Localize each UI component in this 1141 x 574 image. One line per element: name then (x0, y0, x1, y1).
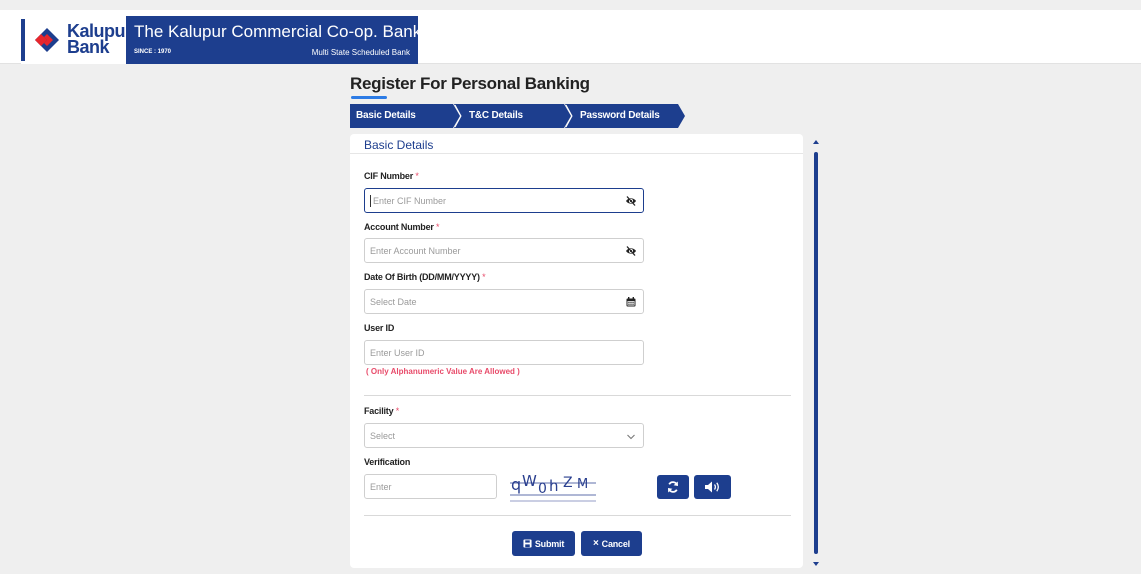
cancel-button[interactable]: × Cancel (581, 531, 642, 556)
cif-input[interactable]: Enter CIF Number (364, 188, 644, 213)
dob-placeholder: Select Date (370, 297, 417, 307)
eye-slash-icon[interactable] (625, 245, 637, 257)
title-underline (351, 96, 387, 99)
facility-label-text: Facility (364, 406, 394, 416)
dob-label-text: Date Of Birth (DD/MM/YYYY) (364, 272, 480, 282)
top-header: Kalupur Bank The Kalupur Commercial Co-o… (0, 10, 1141, 64)
facility-label: Facility * (364, 406, 399, 416)
userid-input[interactable]: Enter User ID (364, 340, 644, 365)
scroll-thumb[interactable] (814, 152, 818, 554)
svg-text:q: q (511, 475, 521, 494)
logo-emblem: Kalupur Bank (21, 16, 132, 64)
dob-label: Date Of Birth (DD/MM/YYYY) * (364, 272, 486, 282)
required-mark: * (415, 171, 419, 181)
calendar-icon[interactable] (625, 296, 637, 308)
scroll-up-arrow[interactable] (813, 140, 819, 144)
card-title: Basic Details (364, 138, 434, 152)
svg-text:M: M (577, 477, 588, 492)
step-password-details[interactable]: Password Details (580, 110, 660, 121)
userid-hint: ( Only Alphanumeric Value Are Allowed ) (366, 367, 520, 376)
required-mark: * (482, 272, 486, 282)
page-title: Register For Personal Banking (350, 74, 590, 93)
submit-button[interactable]: Submit (512, 531, 575, 556)
svg-text:h: h (549, 477, 559, 495)
cif-label: CIF Number * (364, 171, 419, 181)
bank-name-banner: The Kalupur Commercial Co-op. Bank Ltd. … (126, 16, 454, 64)
bank-logo[interactable]: Kalupur Bank The Kalupur Commercial Co-o… (21, 16, 454, 64)
cif-label-text: CIF Number (364, 171, 414, 181)
close-icon: × (593, 538, 599, 549)
section-divider (364, 515, 791, 516)
logo-accent-bar (21, 19, 25, 61)
step-basic-details[interactable]: Basic Details (356, 110, 416, 121)
captcha-image: q W 0 h Z M (510, 472, 596, 502)
eye-slash-icon[interactable] (625, 195, 637, 207)
userid-label: User ID (364, 323, 395, 333)
required-mark: * (436, 222, 440, 232)
kalupur-diamond-icon (35, 28, 59, 52)
captcha-placeholder: Enter (370, 482, 392, 492)
refresh-captcha-button[interactable] (657, 475, 689, 499)
facility-select[interactable]: Select (364, 423, 644, 448)
step-tc-details[interactable]: T&C Details (469, 110, 523, 121)
account-number-input[interactable]: Enter Account Number (364, 238, 644, 263)
audio-captcha-button[interactable] (694, 475, 731, 499)
bank-tagline: Multi State Scheduled Bank (311, 48, 410, 57)
svg-text:W: W (522, 472, 537, 490)
logo-text-line2: Bank (67, 37, 110, 57)
card-header: Basic Details (350, 134, 803, 154)
required-mark: * (395, 406, 400, 416)
text-caret (370, 195, 371, 207)
refresh-icon (668, 481, 678, 493)
scroll-down-arrow[interactable] (813, 562, 819, 566)
verification-label: Verification (364, 457, 411, 467)
save-icon (523, 539, 532, 548)
section-divider (364, 395, 791, 396)
account-placeholder: Enter Account Number (370, 246, 461, 256)
speaker-icon (705, 481, 719, 493)
cancel-label: Cancel (601, 538, 631, 549)
cif-placeholder: Enter CIF Number (373, 196, 447, 206)
userid-placeholder: Enter User ID (370, 348, 425, 358)
account-label: Account Number * (364, 222, 440, 232)
scrollbar[interactable] (812, 140, 820, 566)
dob-date-picker[interactable]: Select Date (364, 289, 644, 314)
submit-label: Submit (534, 538, 565, 549)
bank-name: The Kalupur Commercial Co-op. Bank Ltd. (134, 22, 455, 41)
since-text: SINCE : 1970 (134, 49, 172, 55)
account-label-text: Account Number (364, 222, 434, 232)
facility-placeholder: Select (370, 431, 396, 441)
chevron-down-icon (627, 434, 635, 440)
step-progress: Basic Details T&C Details Password Detai… (350, 104, 685, 128)
captcha-input[interactable]: Enter (364, 474, 497, 499)
